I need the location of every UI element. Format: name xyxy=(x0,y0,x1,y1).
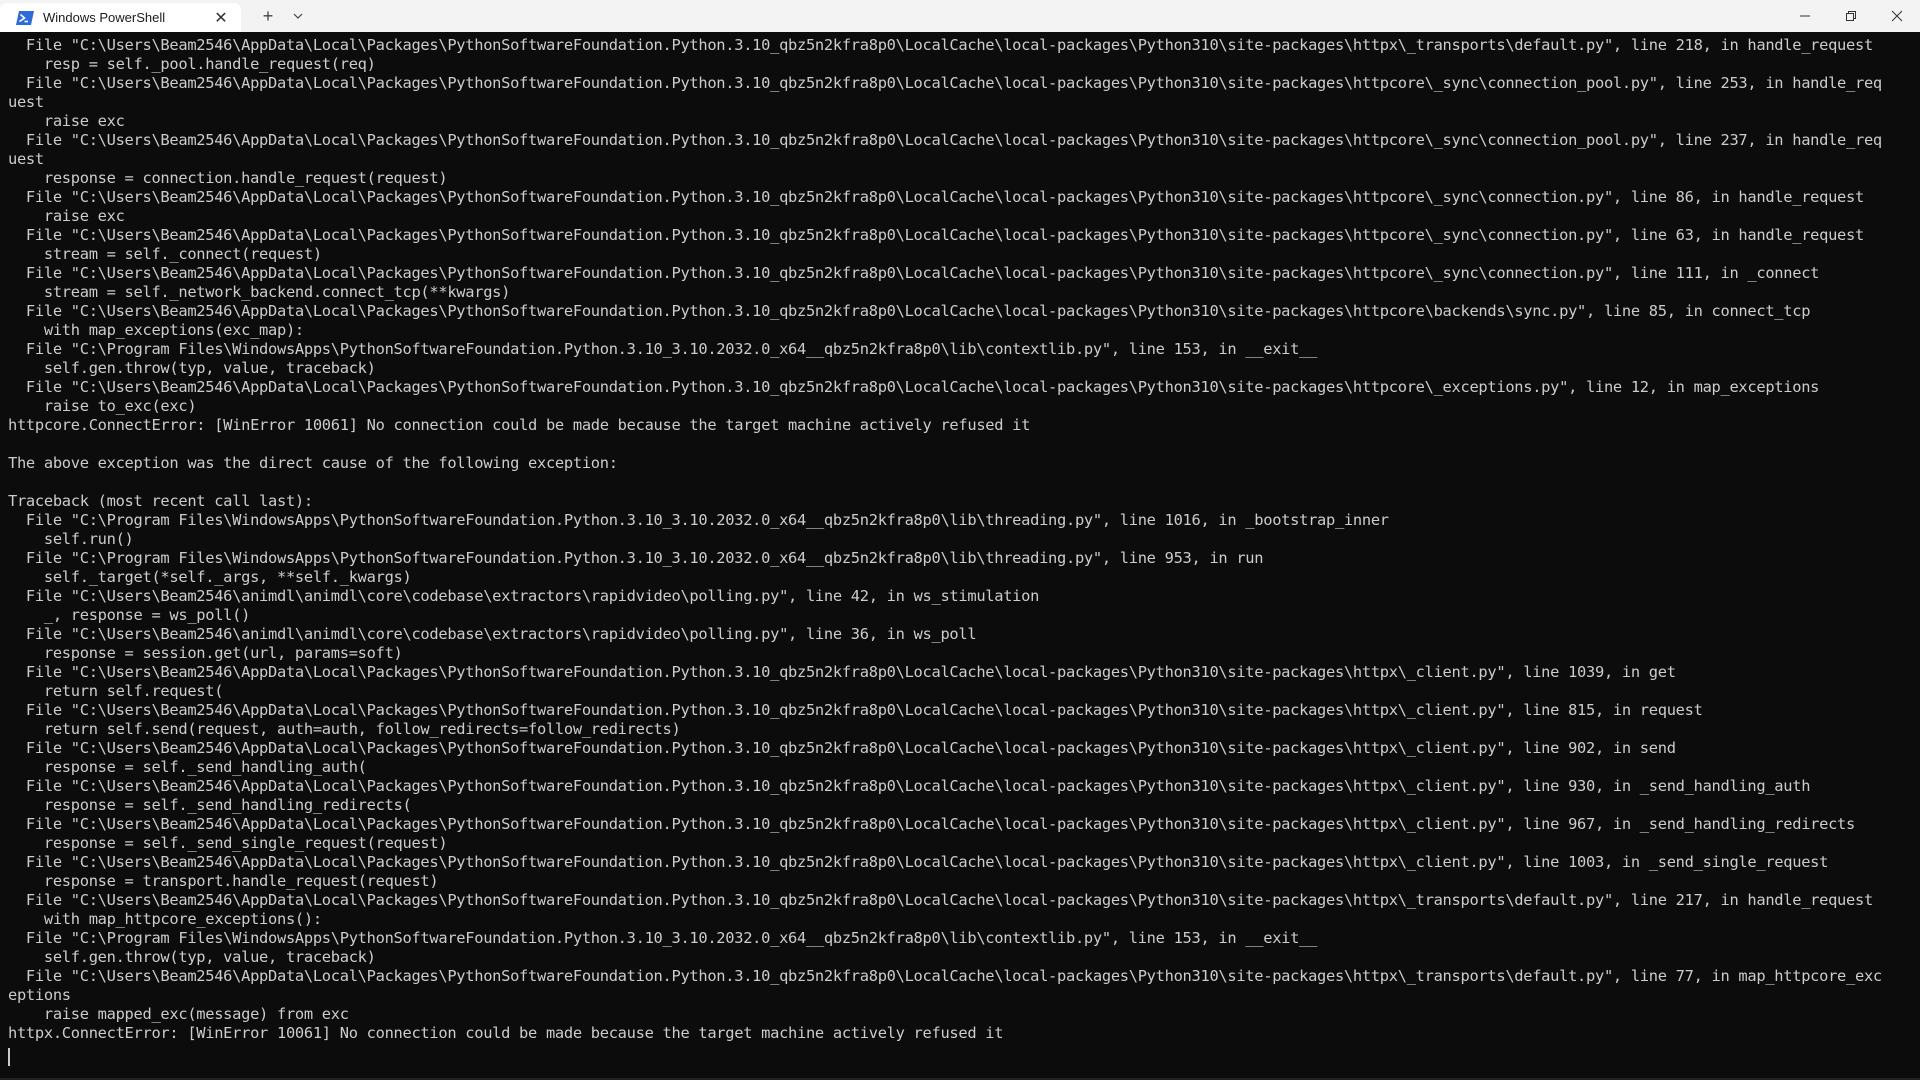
terminal-output: File "C:\Users\Beam2546\AppData\Local\Pa… xyxy=(8,36,1882,1042)
close-window-button[interactable] xyxy=(1874,0,1920,32)
new-tab-button[interactable]: + xyxy=(253,0,283,32)
powershell-icon xyxy=(16,10,34,26)
tab-dropdown-button[interactable] xyxy=(283,0,313,32)
minimize-button[interactable] xyxy=(1782,0,1828,32)
tab-windows-powershell[interactable]: Windows PowerShell ✕ xyxy=(0,3,241,32)
tab-title: Windows PowerShell xyxy=(43,10,166,25)
close-icon xyxy=(1891,10,1903,22)
title-bar-drag-area[interactable] xyxy=(313,0,1782,32)
minimize-icon xyxy=(1800,15,1810,17)
chevron-down-icon xyxy=(293,13,303,19)
text-cursor xyxy=(8,1048,10,1066)
maximize-button[interactable] xyxy=(1828,0,1874,32)
close-tab-icon[interactable]: ✕ xyxy=(207,7,235,29)
restore-icon xyxy=(1846,11,1856,21)
terminal-pane[interactable]: File "C:\Users\Beam2546\AppData\Local\Pa… xyxy=(0,32,1920,1080)
title-bar: Windows PowerShell ✕ + xyxy=(0,0,1920,32)
